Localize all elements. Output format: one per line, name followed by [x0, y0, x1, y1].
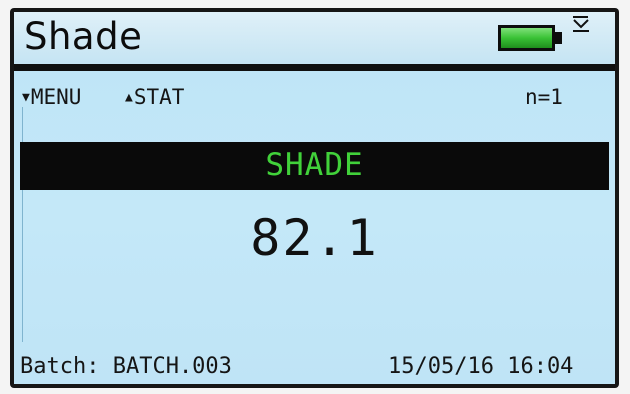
- measurement-label: SHADE: [265, 147, 364, 183]
- stat-softkey[interactable]: ▲STAT: [125, 85, 184, 109]
- main-panel: ▼MENU ▲STAT n=1 SHADE 82.1 Batch: BATCH.…: [14, 71, 615, 384]
- measurement-banner: SHADE: [20, 142, 609, 190]
- measurement-count: n=1: [525, 85, 563, 109]
- menu-softkey[interactable]: ▼MENU: [22, 85, 81, 109]
- batch-name: Batch: BATCH.003: [20, 354, 232, 379]
- date-time: 15/05/16 16:04: [388, 354, 574, 379]
- measurement-value: 82.1: [250, 209, 379, 267]
- menu-label: MENU: [30, 85, 82, 109]
- title-bar: Shade: [14, 12, 615, 64]
- device-screen: Shade ▼MENU ▲STAT n=1 SHADE 82.1 Batch: …: [14, 12, 615, 384]
- stat-label: STAT: [133, 85, 185, 109]
- arrow-up-icon: ▲: [125, 90, 133, 105]
- arrow-down-icon: ▼: [22, 90, 30, 105]
- header-divider: [14, 64, 615, 71]
- status-footer: Batch: BATCH.003 15/05/16 16:04: [14, 352, 615, 382]
- battery-full-icon: [498, 25, 562, 51]
- screen-title: Shade: [24, 15, 143, 58]
- usb-icon: [573, 16, 589, 32]
